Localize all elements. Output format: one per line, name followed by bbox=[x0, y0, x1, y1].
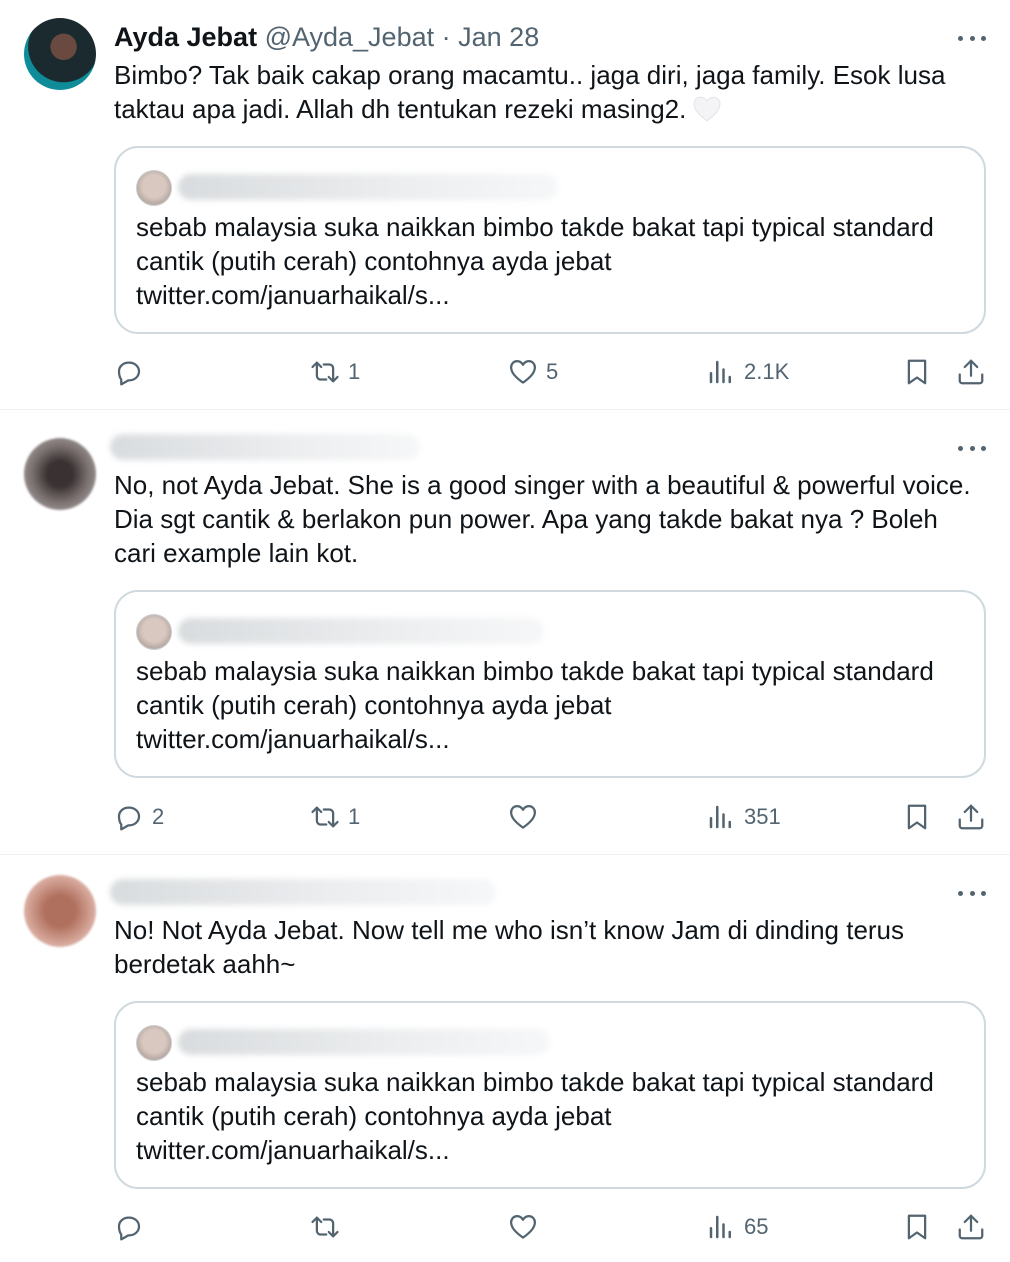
redacted-author bbox=[178, 618, 544, 644]
retweet-button[interactable]: 1 bbox=[310, 354, 360, 390]
bookmark-button[interactable] bbox=[902, 354, 932, 390]
avatar[interactable] bbox=[24, 18, 96, 90]
tweet[interactable]: Ayda Jebat @Ayda_Jebat · Jan 28 Bimbo? T… bbox=[0, 0, 1010, 410]
views-button[interactable]: 351 bbox=[706, 799, 781, 835]
reply-button[interactable] bbox=[114, 1209, 152, 1245]
bookmark-button[interactable] bbox=[902, 1209, 932, 1245]
retweet-icon bbox=[311, 806, 339, 828]
quoted-tweet[interactable]: sebab malaysia suka naikkan bimbo takde … bbox=[114, 1001, 986, 1189]
quote-text-content: sebab malaysia suka naikkan bimbo takde … bbox=[136, 656, 934, 720]
heart-icon bbox=[510, 360, 536, 384]
like-count: 5 bbox=[546, 359, 559, 384]
quote-text-content: sebab malaysia suka naikkan bimbo takde … bbox=[136, 1067, 934, 1131]
retweet-count: 1 bbox=[348, 359, 361, 384]
reply-count: 2 bbox=[152, 804, 165, 829]
like-button[interactable]: 5 bbox=[508, 354, 558, 390]
share-button[interactable] bbox=[956, 799, 986, 835]
avatar[interactable] bbox=[24, 875, 96, 947]
quote-link[interactable]: twitter.com/januarhaikal/s... bbox=[136, 278, 956, 312]
share-button[interactable] bbox=[956, 354, 986, 390]
quoted-tweet[interactable]: sebab malaysia suka naikkan bimbo takde … bbox=[114, 146, 986, 334]
quote-text: sebab malaysia suka naikkan bimbo takde … bbox=[136, 210, 956, 312]
retweet-icon bbox=[311, 1216, 339, 1238]
action-bar: 1 5 2.1K bbox=[114, 354, 986, 390]
reply-button[interactable] bbox=[114, 354, 152, 390]
bookmark-icon bbox=[907, 804, 927, 830]
tweet-text: Bimbo? Tak baik cakap orang macamtu.. ja… bbox=[114, 58, 974, 126]
quoted-tweet[interactable]: sebab malaysia suka naikkan bimbo takde … bbox=[114, 590, 986, 778]
views-button[interactable]: 65 bbox=[706, 1209, 768, 1245]
author-name[interactable]: Ayda Jebat bbox=[114, 22, 257, 52]
views-icon bbox=[709, 805, 731, 829]
reply-icon bbox=[117, 806, 141, 831]
quote-text-content: sebab malaysia suka naikkan bimbo takde … bbox=[136, 212, 934, 276]
reply-button[interactable]: 2 bbox=[114, 799, 164, 835]
quote-avatar bbox=[136, 1025, 172, 1061]
redacted-author bbox=[110, 434, 420, 460]
retweet-button[interactable] bbox=[310, 1209, 348, 1245]
like-button[interactable] bbox=[508, 799, 546, 835]
bookmark-button[interactable] bbox=[902, 799, 932, 835]
more-icon[interactable] bbox=[958, 883, 986, 903]
views-button[interactable]: 2.1K bbox=[706, 354, 789, 390]
more-icon[interactable] bbox=[958, 28, 986, 48]
views-icon bbox=[709, 360, 731, 384]
tweet-text: No! Not Ayda Jebat. Now tell me who isn’… bbox=[114, 915, 905, 979]
tweet-text: No, not Ayda Jebat. She is a good singer… bbox=[114, 470, 971, 568]
action-bar: 65 bbox=[114, 1209, 986, 1245]
tweet[interactable]: No! Not Ayda Jebat. Now tell me who isn’… bbox=[0, 855, 1010, 1262]
share-icon bbox=[958, 359, 984, 385]
views-count: 351 bbox=[744, 804, 781, 829]
share-icon bbox=[958, 804, 984, 830]
heart-icon bbox=[510, 1215, 536, 1239]
retweet-icon bbox=[311, 361, 339, 383]
reply-icon bbox=[117, 1216, 141, 1241]
quote-text: sebab malaysia suka naikkan bimbo takde … bbox=[136, 1065, 956, 1167]
views-count: 2.1K bbox=[744, 359, 790, 384]
action-bar: 2 1 351 bbox=[114, 799, 986, 835]
like-button[interactable] bbox=[508, 1209, 546, 1245]
bookmark-icon bbox=[907, 359, 927, 385]
tweet[interactable]: No, not Ayda Jebat. She is a good singer… bbox=[0, 410, 1010, 855]
tweet-date[interactable]: Jan 28 bbox=[458, 22, 539, 52]
heart-icon bbox=[510, 805, 536, 829]
bookmark-icon bbox=[907, 1214, 927, 1240]
quote-text: sebab malaysia suka naikkan bimbo takde … bbox=[136, 654, 956, 756]
views-count: 65 bbox=[744, 1214, 769, 1239]
tweet-text-content: Bimbo? Tak baik cakap orang macamtu.. ja… bbox=[114, 60, 946, 124]
share-button[interactable] bbox=[956, 1209, 986, 1245]
quote-avatar bbox=[136, 170, 172, 206]
redacted-author bbox=[178, 1029, 550, 1055]
reply-icon bbox=[117, 361, 141, 386]
tweet-header: Ayda Jebat @Ayda_Jebat · Jan 28 bbox=[114, 22, 539, 56]
views-icon bbox=[709, 1215, 731, 1239]
quote-avatar bbox=[136, 614, 172, 650]
retweet-button[interactable]: 1 bbox=[310, 799, 360, 835]
redacted-author bbox=[110, 879, 496, 905]
white-heart-icon bbox=[693, 96, 721, 122]
retweet-count: 1 bbox=[348, 804, 361, 829]
quote-link[interactable]: twitter.com/januarhaikal/s... bbox=[136, 1133, 956, 1167]
quote-link[interactable]: twitter.com/januarhaikal/s... bbox=[136, 722, 956, 756]
share-icon bbox=[958, 1214, 984, 1240]
avatar[interactable] bbox=[24, 438, 96, 510]
more-icon[interactable] bbox=[958, 438, 986, 458]
author-handle[interactable]: @Ayda_Jebat bbox=[265, 22, 435, 52]
redacted-author bbox=[178, 174, 558, 200]
separator: · bbox=[441, 22, 451, 52]
